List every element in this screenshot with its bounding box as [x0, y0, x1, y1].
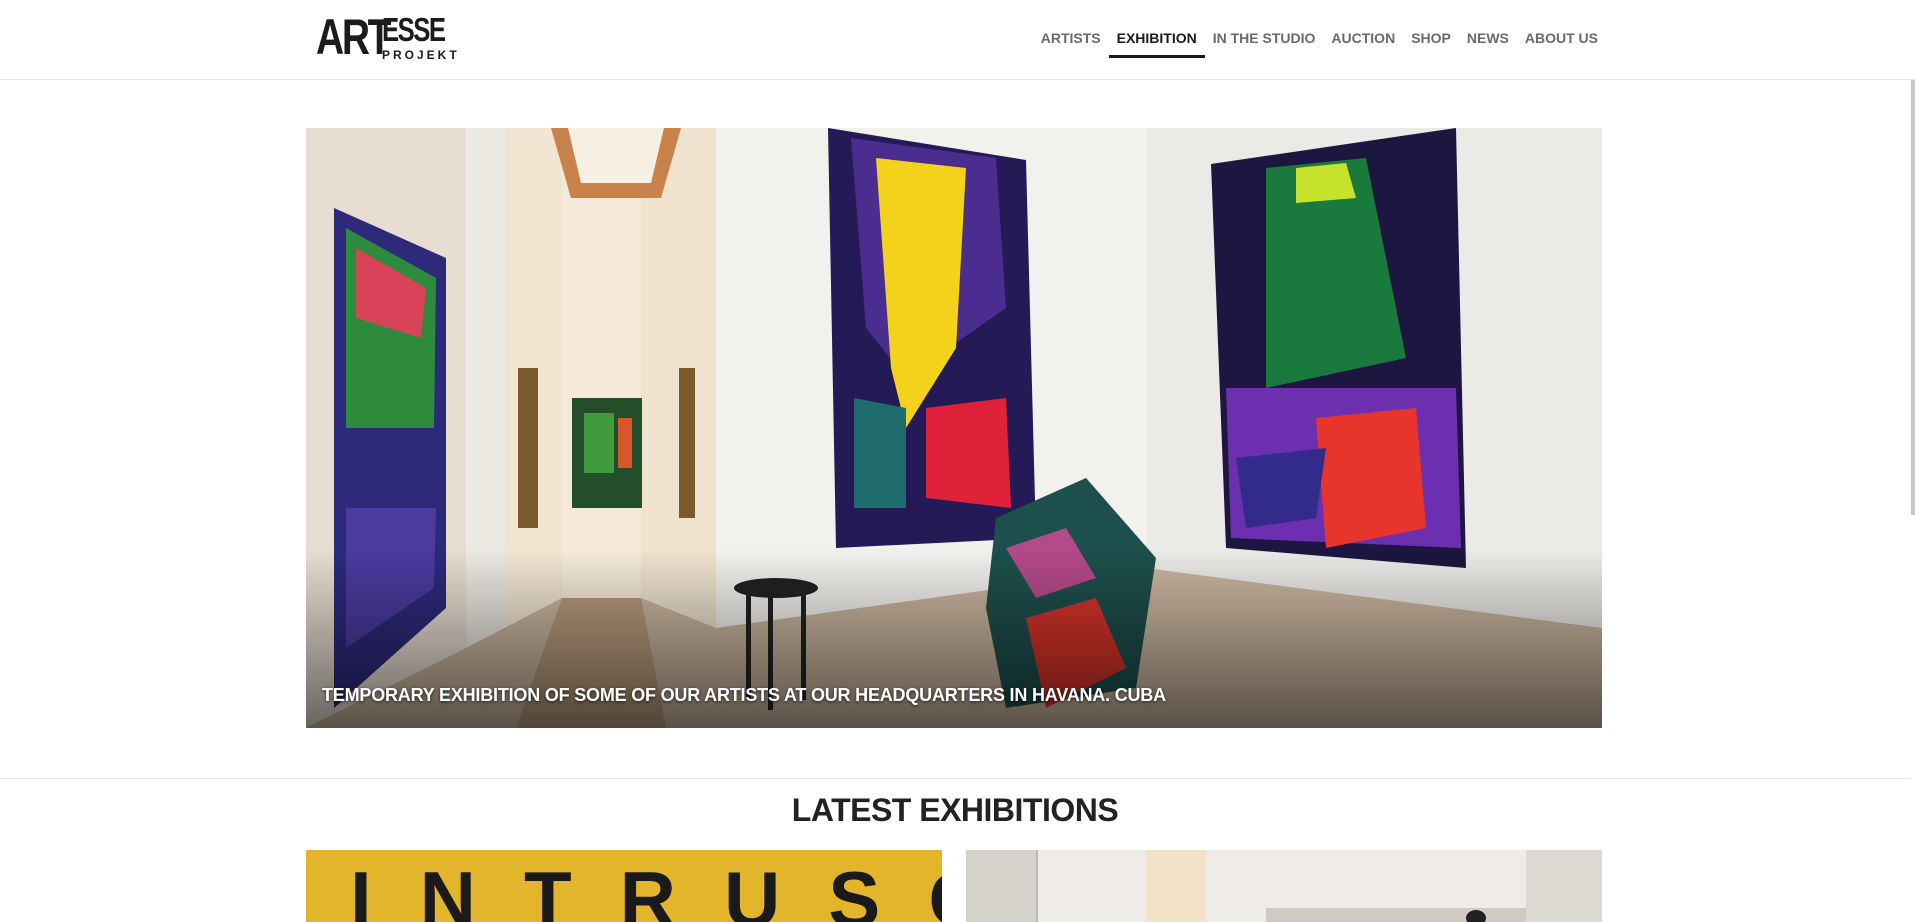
- logo-text-bottom: PROJEKT: [382, 48, 460, 62]
- exhibition-card-photo: [966, 850, 1602, 922]
- latest-exhibitions-title: LATEST EXHIBITIONS: [791, 792, 1119, 828]
- nav-item-auction[interactable]: AUCTION: [1331, 0, 1395, 80]
- hero-image[interactable]: TEMPORARY EXHIBITION OF SOME OF OUR ARTI…: [306, 128, 1602, 728]
- section-divider: [0, 778, 1910, 779]
- nav-item-about-us[interactable]: ABOUT US: [1525, 0, 1598, 80]
- exhibition-card-intruso[interactable]: INTRUSO: [306, 850, 942, 922]
- exhibition-card-2[interactable]: [966, 850, 1602, 922]
- gallery-photo: [306, 128, 1602, 728]
- logo-text-top: ESSE: [382, 11, 446, 48]
- scrollbar-thumb[interactable]: [1911, 80, 1915, 515]
- nav-item-in-the-studio[interactable]: IN THE STUDIO: [1213, 0, 1316, 80]
- artesse-logo[interactable]: ART ESSE PROJEKT: [316, 9, 457, 65]
- hero-caption[interactable]: TEMPORARY EXHIBITION OF SOME OF OUR ARTI…: [322, 685, 1166, 706]
- nav-item-shop[interactable]: SHOP: [1411, 0, 1451, 80]
- nav-item-news[interactable]: NEWS: [1467, 0, 1509, 80]
- nav-item-artists[interactable]: ARTISTS: [1041, 0, 1101, 80]
- exhibition-card-title: INTRUSO: [350, 855, 942, 922]
- site-header: ART ESSE PROJEKT ARTISTS EXHIBITION IN T…: [0, 0, 1915, 80]
- nav-item-exhibition[interactable]: EXHIBITION: [1108, 0, 1205, 80]
- logo-text-main: ART: [316, 9, 391, 65]
- main-nav: ARTISTS EXHIBITION IN THE STUDIO AUCTION…: [1025, 0, 1598, 80]
